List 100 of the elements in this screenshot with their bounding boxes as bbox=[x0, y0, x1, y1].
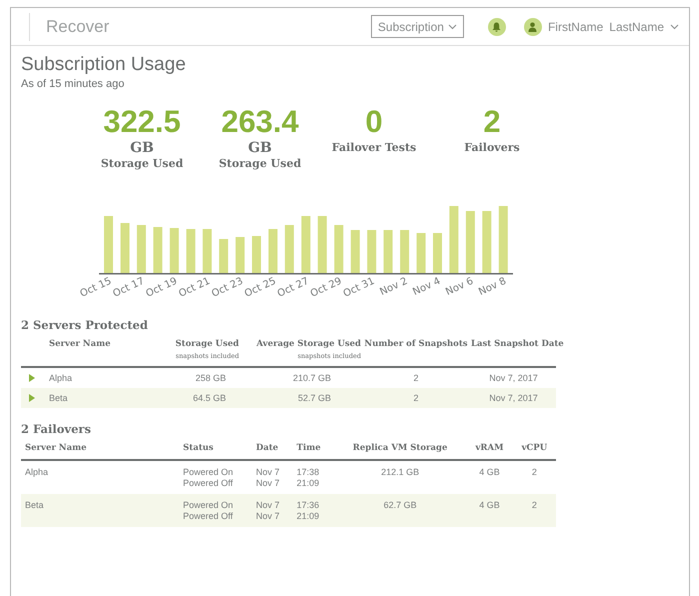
stat-label: Storage Used bbox=[218, 156, 302, 172]
chart-bar bbox=[334, 225, 344, 273]
chart-bar bbox=[219, 239, 228, 273]
table-cell: 2 bbox=[512, 460, 556, 494]
chart-bar bbox=[433, 233, 442, 273]
chevron-down-icon bbox=[448, 24, 457, 30]
table-cell-text: 17:38 bbox=[296, 467, 320, 478]
column-header: Server Name bbox=[21, 440, 179, 460]
column-header: Replica VM Storage bbox=[334, 440, 466, 460]
chart-bar bbox=[498, 206, 508, 273]
axis-label: Nov 2 bbox=[378, 276, 410, 298]
stat-value: 2 bbox=[483, 104, 501, 140]
axis-label: Nov 8 bbox=[477, 276, 508, 298]
table-cell-text: 17:36 bbox=[296, 500, 320, 511]
chart-bar bbox=[120, 223, 130, 273]
chart-bar bbox=[318, 216, 327, 273]
table-cell-text: Beta bbox=[49, 392, 69, 405]
app-title: Recover bbox=[46, 16, 110, 36]
table-cell-text: Powered Off bbox=[183, 511, 234, 522]
chart-bar bbox=[252, 236, 261, 273]
chart-bar bbox=[268, 229, 278, 273]
axis-label: Oct 21 bbox=[177, 276, 212, 300]
user-first-name: FirstName bbox=[548, 20, 604, 34]
section-heading: 2 Servers Protected bbox=[21, 318, 149, 332]
table-cell: 4 GB bbox=[466, 494, 513, 527]
table-cell-text: Nov 7 bbox=[256, 467, 281, 478]
axis-label: Oct 15 bbox=[78, 276, 114, 300]
chart-bar bbox=[384, 230, 393, 273]
table-cell-text: 2 bbox=[412, 392, 420, 405]
chart-bar bbox=[153, 227, 162, 273]
table-cell-text: 258 GB bbox=[194, 372, 227, 385]
last-updated-text: As of 15 minutes ago bbox=[21, 78, 126, 90]
stat-unit: GB bbox=[248, 140, 272, 156]
table-cell-text: 21:09 bbox=[296, 511, 320, 522]
chart-bar bbox=[367, 230, 376, 273]
table-cell-text: Powered On bbox=[183, 467, 234, 478]
table-cell-text: 2 bbox=[412, 372, 420, 385]
user-avatar[interactable] bbox=[524, 18, 542, 36]
table-cell-text: Nov 7 bbox=[256, 478, 281, 489]
expand-right-icon[interactable] bbox=[29, 394, 35, 402]
table-cell-text: Nov 7 bbox=[256, 500, 281, 511]
table-cell: 2 bbox=[512, 494, 556, 527]
chart-bar bbox=[170, 228, 179, 273]
column-header: Storage Used bbox=[175, 339, 239, 349]
table-cell-text: Alpha bbox=[49, 372, 74, 385]
table-cell: Alpha bbox=[21, 460, 179, 494]
column-header: vCPU bbox=[512, 440, 556, 460]
stat-value: 0 bbox=[365, 104, 383, 140]
chart-bar bbox=[482, 211, 492, 273]
column-header: Server Name bbox=[49, 339, 110, 349]
column-header: Number of Snapshots bbox=[364, 339, 468, 349]
chart-bar bbox=[104, 216, 113, 273]
bell-icon bbox=[492, 22, 502, 32]
table-cell: 4 GB bbox=[466, 460, 513, 494]
table-cell-text: Nov 7, 2017 bbox=[488, 372, 539, 385]
table-cell-text: Powered On bbox=[183, 500, 234, 511]
person-icon bbox=[528, 22, 538, 32]
chart-bar bbox=[301, 216, 310, 273]
axis-label: Oct 17 bbox=[111, 276, 146, 300]
column-header: Last Snapshot Date bbox=[471, 339, 564, 349]
column-header: vRAM bbox=[466, 440, 513, 460]
axis-label: Oct 25 bbox=[243, 276, 278, 300]
table-cell-text: Powered Off bbox=[183, 478, 234, 489]
column-header: Date bbox=[252, 440, 293, 460]
expand-right-icon[interactable] bbox=[29, 374, 35, 382]
section-heading: 2 Failovers bbox=[21, 422, 92, 436]
column-header: Status bbox=[179, 440, 252, 460]
chart-bar bbox=[416, 233, 426, 273]
chart-bar bbox=[400, 230, 410, 273]
chart-bar bbox=[466, 211, 475, 273]
notification-button[interactable] bbox=[488, 18, 506, 36]
axis-label: Oct 29 bbox=[308, 276, 344, 300]
column-header: Time bbox=[292, 440, 334, 460]
table-cell-text: Nov 7 bbox=[256, 511, 281, 522]
chart-bar bbox=[202, 229, 212, 273]
table-cell-text: 21:09 bbox=[296, 478, 320, 489]
chart-bar bbox=[449, 206, 458, 273]
axis-label: Oct 31 bbox=[342, 276, 376, 300]
table-cell-text: 64.5 GB bbox=[192, 392, 227, 405]
chart-bar bbox=[186, 229, 196, 273]
stat-value: 263.4 bbox=[221, 104, 299, 140]
axis-label: Nov 4 bbox=[411, 276, 442, 298]
chart-bar bbox=[350, 230, 360, 273]
table-cell-text: 210.7 GB bbox=[292, 372, 332, 385]
table-cell-text: 52.7 GB bbox=[296, 392, 332, 405]
chart-bar bbox=[136, 225, 146, 273]
user-last-name: LastName bbox=[609, 20, 664, 34]
stat-label: Failovers bbox=[464, 140, 520, 156]
page-title: Subscription Usage bbox=[21, 54, 187, 76]
axis-label: Nov 6 bbox=[444, 276, 476, 298]
stat-label: Storage Used bbox=[100, 156, 184, 172]
stat-value: 322.5 bbox=[103, 104, 181, 140]
table-cell: 212.1 GB bbox=[334, 460, 466, 494]
table-cell: 62.7 GB bbox=[334, 494, 466, 527]
stat-unit: GB bbox=[130, 140, 154, 156]
axis-label: Oct 27 bbox=[276, 276, 311, 300]
chart-bar bbox=[284, 225, 294, 273]
axis-label: Oct 23 bbox=[210, 276, 245, 300]
table-cell-text: Nov 7, 2017 bbox=[488, 392, 539, 405]
subscription-dropdown[interactable]: Subscription bbox=[370, 15, 464, 38]
